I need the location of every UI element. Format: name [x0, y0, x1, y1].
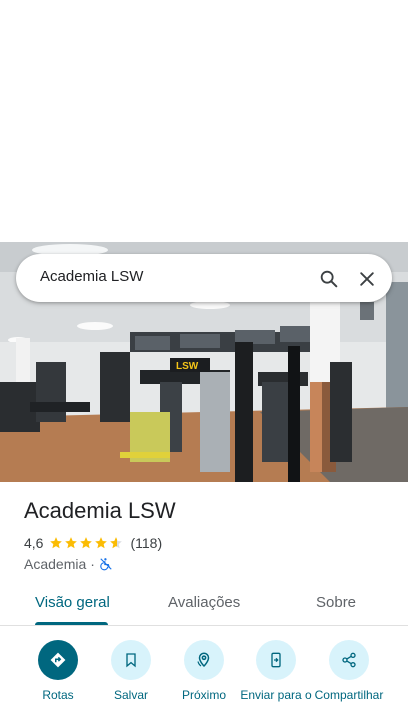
- nearby-icon: [184, 640, 224, 680]
- search-input[interactable]: Academia LSW: [40, 268, 143, 285]
- wheelchair-not-accessible-icon: [99, 557, 113, 571]
- directions-icon: [38, 640, 78, 680]
- rating-row[interactable]: 4,6 (118): [24, 534, 162, 552]
- place-tabs: Visão geral Avaliações Sobre: [0, 584, 408, 626]
- star-icon: [95, 537, 108, 549]
- nearby-button[interactable]: Próximo: [164, 640, 244, 703]
- search-icon[interactable]: [316, 266, 342, 292]
- tab-overview[interactable]: Visão geral: [35, 594, 110, 611]
- svg-text:LSW: LSW: [176, 361, 199, 372]
- tab-about[interactable]: Sobre: [316, 594, 356, 611]
- close-icon[interactable]: [354, 266, 380, 292]
- send-to-phone-label: Enviar para o: [240, 688, 312, 702]
- bookmark-icon: [111, 640, 151, 680]
- save-button[interactable]: Salvar: [91, 640, 171, 703]
- save-label: Salvar: [113, 688, 148, 702]
- search-bar[interactable]: Academia LSW: [16, 254, 392, 302]
- directions-label: Rotas: [42, 688, 74, 702]
- tab-reviews[interactable]: Avaliações: [168, 594, 240, 611]
- star-icon: [65, 537, 78, 549]
- tab-indicator: [35, 622, 108, 625]
- send-to-phone-button[interactable]: Enviar para o: [236, 640, 316, 703]
- category-row: Academia ·: [24, 555, 113, 573]
- place-category: Academia: [24, 556, 87, 572]
- review-count: (118): [130, 535, 163, 551]
- star-icon: [50, 537, 63, 549]
- send-to-phone-icon: [256, 640, 296, 680]
- action-bar: Rotas Salvar Próximo Enviar para o Compa…: [0, 640, 408, 724]
- star-icon: [110, 537, 123, 549]
- star-icon: [80, 537, 93, 549]
- nearby-label: Próximo: [181, 688, 226, 702]
- place-title: Academia LSW: [24, 498, 176, 523]
- rating-stars: [49, 536, 124, 550]
- rating-value: 4,6: [24, 535, 44, 551]
- directions-button[interactable]: Rotas: [18, 640, 98, 703]
- share-label: Compartilhar: [314, 688, 384, 702]
- share-icon: [329, 640, 369, 680]
- share-button[interactable]: Compartilhar: [309, 640, 389, 703]
- separator: ·: [90, 556, 95, 572]
- map-area: [0, 0, 408, 242]
